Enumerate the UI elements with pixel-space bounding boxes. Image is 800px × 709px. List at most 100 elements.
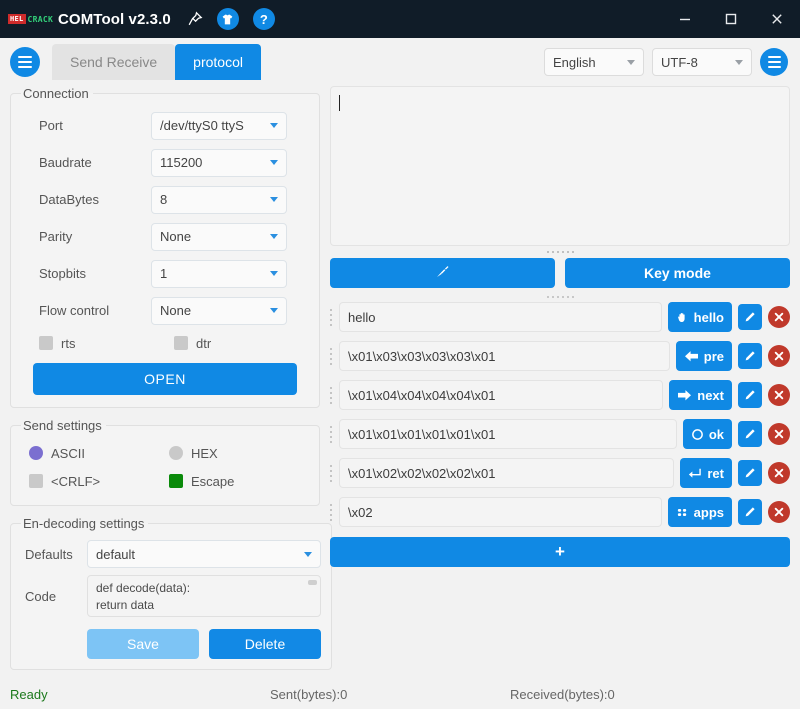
protocol-input[interactable]: \x01\x03\x03\x03\x03\x01 [339,341,670,371]
field-baudrate: Baudrate 115200 [21,144,309,181]
dtr-checkbox[interactable]: dtr [174,336,309,351]
close-button[interactable] [754,0,800,38]
drag-handle[interactable] [330,345,333,367]
open-button[interactable]: OPEN [33,363,297,395]
protocol-delete-button[interactable] [768,462,790,484]
settings-menu-button[interactable] [760,48,788,76]
right-panel: Key mode hello hello \x01\x03\x03\x03\x0… [330,86,790,679]
arrow-right-icon [677,389,692,402]
drag-handle[interactable] [330,462,333,484]
drag-handle[interactable] [330,306,333,328]
radio-icon [29,446,43,460]
baudrate-select[interactable]: 115200 [151,148,287,177]
maximize-button[interactable] [708,0,754,38]
protocol-delete-button[interactable] [768,384,790,406]
databytes-label: DataBytes [39,192,99,207]
crlf-checkbox[interactable]: <CRLF> [29,474,169,489]
key-mode-button[interactable]: Key mode [565,258,790,288]
protocol-input[interactable]: \x01\x04\x04\x04\x04\x01 [339,380,664,410]
left-panel: Connection Port /dev/ttyS0 ttyS Baudrate… [10,86,332,679]
protocol-edit-button[interactable] [738,499,762,525]
parity-select[interactable]: None [151,222,287,251]
protocol-input[interactable]: \x01\x02\x02\x02\x02\x01 [339,458,675,488]
drag-handle[interactable] [330,423,333,445]
tab-send-receive[interactable]: Send Receive [52,44,176,80]
theme-icon[interactable] [216,8,239,30]
scrollbar-handle[interactable] [308,580,317,585]
code-line-2: return data [96,598,155,612]
send-action-buttons: Key mode [330,258,790,288]
status-received: Received(bytes):0 [510,686,615,702]
encoding-select[interactable]: UTF-8 [652,48,752,76]
text-cursor [339,95,340,111]
logo-text-a: HEL [8,14,26,24]
add-protocol-button[interactable]: + [330,537,790,567]
stopbits-select[interactable]: 1 [151,259,287,288]
drag-handle[interactable] [330,501,333,523]
connection-group: Connection Port /dev/ttyS0 ttyS Baudrate… [10,86,320,408]
tab-bar: Send Receive protocol [52,44,261,80]
ascii-radio[interactable]: ASCII [29,446,169,461]
protocol-edit-button[interactable] [738,343,762,369]
main-body: Connection Port /dev/ttyS0 ttyS Baudrate… [0,86,800,679]
endecoding-legend: En-decoding settings [23,516,145,531]
help-question-icon: ? [252,8,275,30]
chevron-down-icon [627,59,635,65]
protocol-key-label: ret [707,465,724,481]
protocol-send-button-hello[interactable]: hello [667,302,732,332]
endecoding-buttons: Save Delete [21,621,321,659]
protocol-delete-button[interactable] [768,306,790,328]
protocol-send-button-ok[interactable]: ok [682,419,732,449]
defaults-select[interactable]: default [87,540,321,568]
tab-protocol[interactable]: protocol [175,44,261,80]
dtr-label: dtr [196,335,212,351]
send-format-row: ASCII HEX [21,439,309,467]
hamburger-icon-bar [767,56,781,58]
code-editor[interactable]: def decode(data): return data [87,575,321,617]
flow-control-select[interactable]: None [151,296,287,325]
protocol-send-button-ret[interactable]: ret [680,458,732,488]
protocol-edit-button[interactable] [738,421,762,447]
main-menu-button[interactable] [10,47,40,77]
protocol-edit-button[interactable] [738,460,762,486]
protocol-delete-button[interactable] [768,345,790,367]
port-select[interactable]: /dev/ttyS0 ttyS [151,111,287,140]
protocol-delete-button[interactable] [768,423,790,445]
save-button[interactable]: Save [87,629,199,659]
hex-label: HEX [191,445,218,461]
escape-checkbox[interactable]: Escape [169,474,309,489]
language-select[interactable]: English [544,48,644,76]
databytes-value: 8 [160,192,168,207]
rts-dtr-row: rts dtr [21,329,309,357]
chevron-down-icon [270,123,278,128]
protocol-input[interactable]: hello [339,302,662,332]
hamburger-icon-bar [18,61,32,63]
help-icon[interactable]: ? [252,8,275,30]
protocol-input[interactable]: \x01\x01\x01\x01\x01\x01 [339,419,677,449]
drag-handle[interactable] [330,384,333,406]
receive-textarea[interactable] [330,86,790,246]
protocol-delete-button[interactable] [768,501,790,523]
protocol-send-button-pre[interactable]: pre [675,341,732,371]
protocol-row: hello hello [330,302,790,332]
field-flow-control: Flow control None [21,292,309,329]
toolbar-right: English UTF-8 [544,48,788,76]
stopbits-value: 1 [160,266,168,281]
databytes-select[interactable]: 8 [151,185,287,214]
rts-checkbox[interactable]: rts [39,336,174,351]
splitter-protocol[interactable] [330,292,790,302]
minimize-button[interactable] [662,0,708,38]
broom-icon [435,264,450,282]
protocol-send-button-apps[interactable]: apps [667,497,732,527]
splitter-receive[interactable] [330,246,790,258]
protocol-edit-button[interactable] [738,304,762,330]
send-options-row: <CRLF> Escape [21,467,309,495]
clear-button[interactable] [330,258,555,288]
delete-button[interactable]: Delete [209,629,321,659]
escape-label: Escape [191,473,235,489]
protocol-send-button-next[interactable]: next [669,380,732,410]
protocol-edit-button[interactable] [738,382,762,408]
hex-radio[interactable]: HEX [169,446,309,461]
protocol-input[interactable]: \x02 [339,497,662,527]
pin-icon[interactable] [187,11,203,27]
